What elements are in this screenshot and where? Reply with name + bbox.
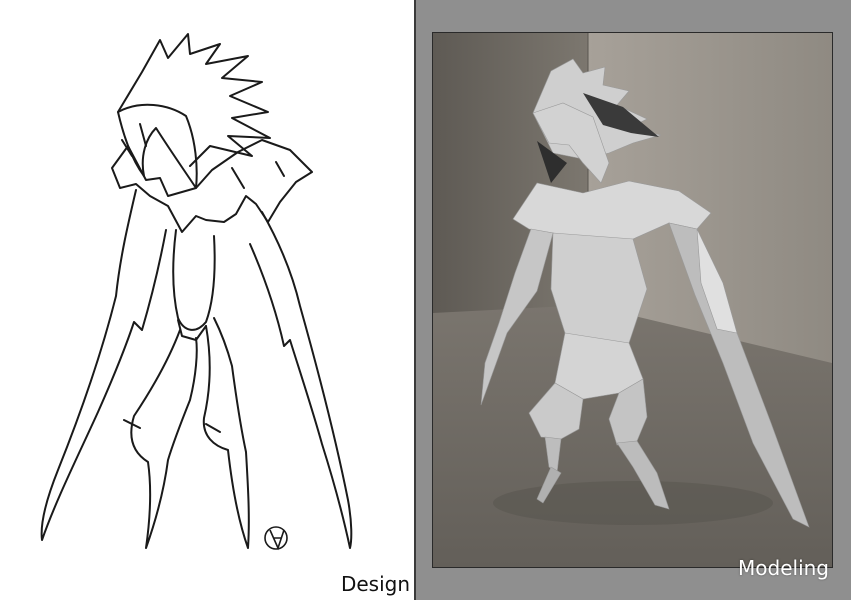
design-panel: Design — [0, 0, 414, 600]
creature-sketch — [40, 33, 353, 551]
modeling-caption: Modeling — [738, 556, 829, 580]
sketch-shoulders — [111, 139, 313, 233]
creature-3d-render — [433, 33, 832, 567]
sketch-left-arm — [40, 189, 167, 541]
sketch-right-arm — [249, 211, 353, 549]
sketch-hood — [117, 103, 198, 189]
render-viewport — [432, 32, 833, 568]
sketch-right-leg — [202, 317, 250, 549]
sketch-left-leg — [130, 329, 198, 549]
sketch-torso — [172, 229, 216, 331]
modeling-panel: Modeling — [416, 0, 851, 600]
artist-signature-mark — [264, 526, 288, 551]
design-caption: Design — [340, 572, 410, 596]
